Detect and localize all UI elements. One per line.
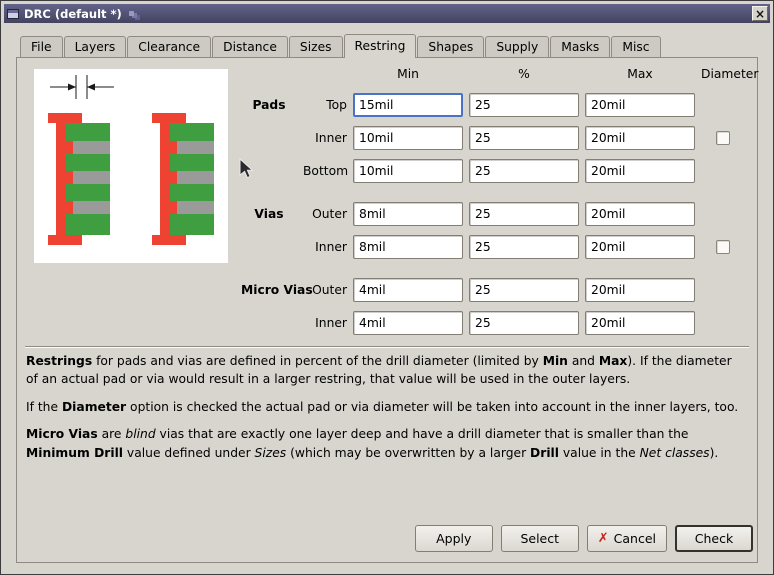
restring-form: Min % Max Diameter Pads Top Inner: [241, 66, 745, 335]
vias-inner-percent-input[interactable]: [469, 235, 579, 259]
vias-outer-percent-input[interactable]: [469, 202, 579, 226]
pads-bottom-min-input[interactable]: [353, 159, 463, 183]
row-label-inner: Inner: [303, 131, 347, 145]
row-label-bottom: Bottom: [303, 164, 347, 178]
vias-outer-max-input[interactable]: [585, 202, 695, 226]
microvias-outer-percent-input[interactable]: [469, 278, 579, 302]
pads-inner-max-input[interactable]: [585, 126, 695, 150]
vias-inner-diameter-checkbox[interactable]: [716, 240, 730, 254]
row-microvias-inner: Inner: [241, 311, 745, 335]
group-label-vias: Vias: [241, 207, 297, 221]
column-header-diameter: Diameter: [701, 67, 745, 81]
vias-outer-min-input[interactable]: [353, 202, 463, 226]
pads-bottom-max-input[interactable]: [585, 159, 695, 183]
row-microvias-outer: Micro Vias Outer: [241, 278, 745, 302]
pads-top-max-input[interactable]: [585, 93, 695, 117]
vias-inner-min-input[interactable]: [353, 235, 463, 259]
pcb-cross-section-image: [34, 69, 228, 263]
row-vias-inner: Inner: [241, 235, 745, 259]
tab-distance[interactable]: Distance: [212, 36, 288, 57]
cancel-x-icon: ✗: [598, 532, 609, 545]
tab-supply[interactable]: Supply: [485, 36, 549, 57]
notes: Restrings for pads and vias are defined …: [26, 352, 746, 471]
note-paragraph: Micro Vias are blind vias that are exact…: [26, 425, 746, 462]
apply-button[interactable]: Apply: [415, 525, 493, 552]
window-menu-icon[interactable]: [7, 9, 19, 19]
group-label-pads: Pads: [241, 98, 297, 112]
row-label-top: Top: [303, 98, 347, 112]
dialog-buttons: Apply Select ✗Cancel Check: [415, 525, 753, 552]
tab-restring[interactable]: Restring: [344, 34, 417, 58]
group-label-micro-vias: Micro Vias: [241, 283, 297, 297]
select-button[interactable]: Select: [501, 525, 579, 552]
row-label-inner: Inner: [303, 316, 347, 330]
pads-inner-diameter-checkbox[interactable]: [716, 131, 730, 145]
restring-tab-page: Min % Max Diameter Pads Top Inner: [16, 57, 758, 563]
restring-dimension-arrows: [50, 75, 114, 99]
cancel-button[interactable]: ✗Cancel: [587, 525, 667, 552]
row-pads-top: Pads Top: [241, 93, 745, 117]
microvias-inner-percent-input[interactable]: [469, 311, 579, 335]
tab-clearance[interactable]: Clearance: [127, 36, 211, 57]
column-header-max: Max: [585, 67, 695, 81]
row-label-inner: Inner: [303, 240, 347, 254]
close-icon: ×: [755, 7, 765, 21]
drc-dialog-window: DRC (default *) × File Layers Clearance …: [0, 0, 774, 575]
vias-inner-max-input[interactable]: [585, 235, 695, 259]
window-title: DRC (default *): [24, 7, 122, 21]
microvias-outer-min-input[interactable]: [353, 278, 463, 302]
row-label-outer: Outer: [303, 283, 347, 297]
column-header-percent: %: [469, 67, 579, 81]
row-label-outer: Outer: [303, 207, 347, 221]
column-headers: Min % Max Diameter: [241, 66, 745, 82]
tab-shapes[interactable]: Shapes: [417, 36, 484, 57]
separator-line: [25, 346, 749, 348]
tab-file[interactable]: File: [20, 36, 63, 57]
close-button[interactable]: ×: [752, 6, 768, 21]
pads-inner-percent-input[interactable]: [469, 126, 579, 150]
check-button[interactable]: Check: [675, 525, 753, 552]
tab-misc[interactable]: Misc: [611, 36, 660, 57]
cascade-windows-icon: [129, 11, 134, 16]
microvias-inner-min-input[interactable]: [353, 311, 463, 335]
microvias-outer-max-input[interactable]: [585, 278, 695, 302]
pads-inner-min-input[interactable]: [353, 126, 463, 150]
row-pads-inner: Inner: [241, 126, 745, 150]
pcb-right-stack: [152, 113, 214, 245]
column-header-min: Min: [353, 67, 463, 81]
microvias-inner-max-input[interactable]: [585, 311, 695, 335]
pcb-left-stack: [48, 113, 110, 245]
titlebar[interactable]: DRC (default *) ×: [4, 4, 770, 23]
note-paragraph: Restrings for pads and vias are defined …: [26, 352, 746, 389]
tab-layers[interactable]: Layers: [64, 36, 127, 57]
pads-top-min-input[interactable]: [353, 93, 463, 117]
tab-masks[interactable]: Masks: [550, 36, 610, 57]
tab-sizes[interactable]: Sizes: [289, 36, 343, 57]
row-vias-outer: Vias Outer: [241, 202, 745, 226]
row-pads-bottom: Bottom: [241, 159, 745, 183]
pads-bottom-percent-input[interactable]: [469, 159, 579, 183]
note-paragraph: If the Diameter option is checked the ac…: [26, 398, 746, 416]
tab-bar: File Layers Clearance Distance Sizes Res…: [20, 34, 770, 57]
pads-top-percent-input[interactable]: [469, 93, 579, 117]
